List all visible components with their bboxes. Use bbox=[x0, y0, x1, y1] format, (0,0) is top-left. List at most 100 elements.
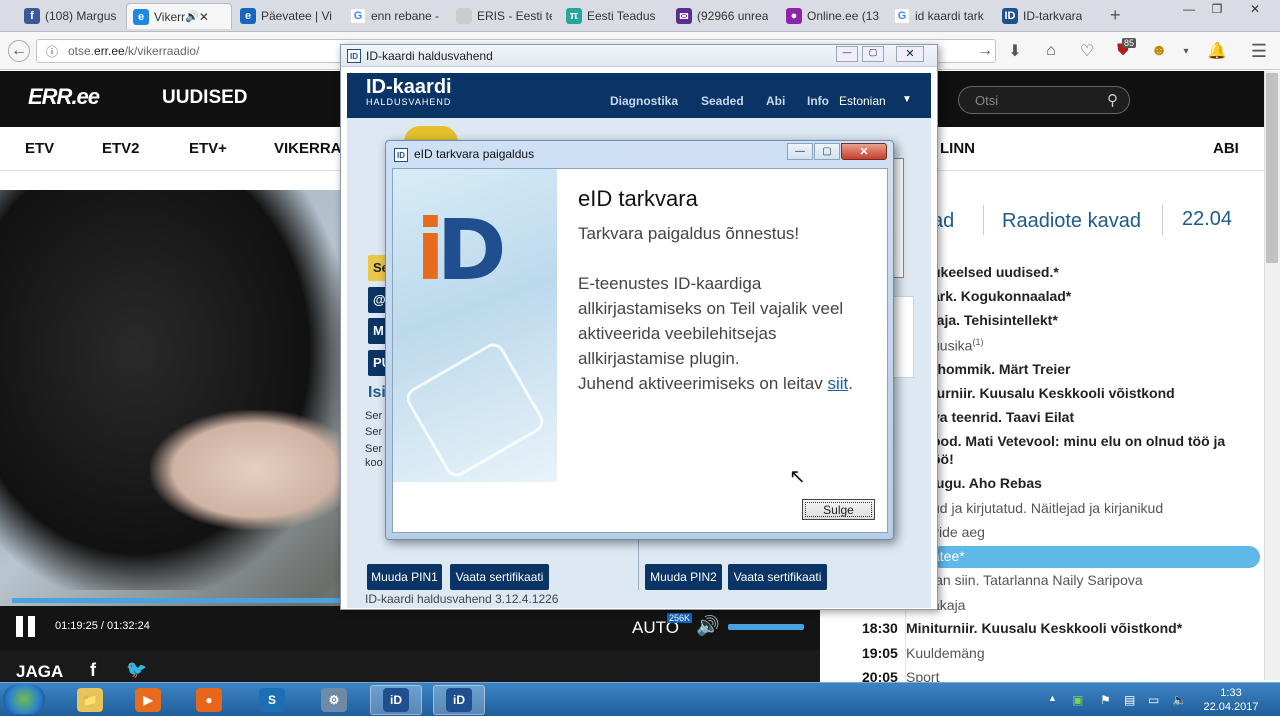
search-input[interactable]: Otsi bbox=[958, 86, 1130, 114]
channel-etv2[interactable]: ETV2 bbox=[102, 140, 140, 157]
close-dialog-button[interactable]: Sulge bbox=[802, 499, 875, 520]
chevron-down-icon[interactable]: ▼ bbox=[902, 94, 912, 105]
channel-linn[interactable]: LINN bbox=[940, 140, 975, 157]
view-certificate2-button[interactable]: Vaata sertifikaati bbox=[728, 564, 827, 590]
schedule-date[interactable]: 22.04 bbox=[1182, 208, 1232, 231]
change-pin2-button[interactable]: Muuda PIN2 bbox=[645, 564, 722, 590]
dialog-close-button[interactable]: ✕ bbox=[841, 143, 887, 160]
playback-progress-bar[interactable] bbox=[12, 598, 342, 603]
pause-icon[interactable] bbox=[16, 616, 23, 637]
new-tab-button[interactable]: + bbox=[1110, 5, 1121, 26]
scrollbar-thumb[interactable] bbox=[1266, 73, 1278, 263]
browser-tab[interactable]: ID ID-tarkvara bbox=[996, 3, 1102, 29]
channel-abi[interactable]: ABI bbox=[1213, 140, 1239, 157]
back-arrow-icon[interactable]: ← bbox=[8, 40, 30, 62]
browser-tab[interactable]: f (108) Margus bbox=[18, 3, 124, 29]
flag-icon[interactable]: ⚑ bbox=[1100, 693, 1111, 707]
info-icon[interactable]: ⓘ bbox=[42, 41, 62, 61]
twitter-share-icon[interactable]: 🐦 bbox=[126, 660, 147, 680]
explorer-icon: 📁 bbox=[77, 688, 103, 712]
cert-line: Ser bbox=[365, 410, 383, 422]
schedule-item[interactable]: 19:05 Kuuldemäng bbox=[862, 645, 985, 661]
taskbar-id-card-app[interactable]: iD bbox=[370, 685, 422, 715]
menu-abi[interactable]: Abi bbox=[766, 94, 785, 108]
guide-link[interactable]: siit bbox=[827, 374, 848, 393]
network-icon[interactable]: ▭ bbox=[1148, 693, 1159, 707]
taskbar-id-utility-app[interactable]: iD bbox=[433, 685, 485, 715]
id-minimize-button[interactable]: — bbox=[836, 46, 858, 62]
taskbar-firefox[interactable]: ● bbox=[183, 685, 235, 715]
schedule-item[interactable]: lugu. Aho Rebas bbox=[932, 475, 1042, 491]
download-icon[interactable]: ⬇ bbox=[1005, 41, 1025, 61]
tray-app-icon[interactable]: ▣ bbox=[1072, 693, 1083, 707]
start-button[interactable] bbox=[3, 684, 45, 714]
id-app-icon: ID bbox=[394, 148, 408, 162]
browser-tab[interactable]: Gid kaardi tark bbox=[888, 3, 994, 29]
close-tab-icon[interactable]: ✕ bbox=[199, 10, 209, 24]
browser-tab[interactable]: e Päevatee | Vi bbox=[234, 3, 342, 29]
usb-icon[interactable]: ▤ bbox=[1124, 693, 1135, 707]
taskbar-media-player[interactable]: ▶ bbox=[122, 685, 174, 715]
dialog-minimize-button[interactable]: — bbox=[787, 143, 813, 160]
minimize-window-button[interactable]: — bbox=[1176, 0, 1202, 18]
view-certificate1-button[interactable]: Vaata sertifikaati bbox=[450, 564, 549, 590]
id-maximize-button[interactable]: ▢ bbox=[862, 46, 884, 62]
id-close-button[interactable]: ✕ bbox=[896, 46, 924, 62]
dialog-text-line: allkirjastamise plugin. bbox=[578, 349, 740, 368]
channel-etv-plus[interactable]: ETV+ bbox=[189, 140, 227, 157]
home-icon[interactable]: ⌂ bbox=[1041, 41, 1061, 61]
browser-tab[interactable]: ERIS - Eesti teadu bbox=[450, 3, 558, 29]
schedule-item[interactable]: ood. Mati Vetevool: minu elu on olnud tö… bbox=[932, 433, 1225, 449]
close-window-button[interactable]: ✕ bbox=[1242, 0, 1268, 18]
schedule-item[interactable]: lan siin. Tatarlanna Naily Saripova bbox=[932, 572, 1143, 588]
greasemonkey-icon[interactable]: ☻ bbox=[1149, 41, 1169, 61]
browser-tab[interactable]: ● Online.ee (13 bbox=[780, 3, 886, 29]
channel-etv[interactable]: ETV bbox=[25, 140, 54, 157]
schedule-item[interactable]: uusika(1) bbox=[932, 337, 983, 354]
schedule-tab-title[interactable]: Raadiote kavad bbox=[1002, 210, 1141, 233]
pause-icon-bar[interactable] bbox=[28, 616, 35, 637]
dialog-maximize-button[interactable]: ▢ bbox=[814, 143, 840, 160]
schedule-item[interactable]: vide aeg bbox=[932, 524, 985, 540]
volume-icon[interactable]: 🔊 bbox=[696, 614, 720, 638]
menu-icon[interactable]: ☰ bbox=[1249, 41, 1269, 61]
schedule-item[interactable]: ark. Kogukonnaalad* bbox=[932, 288, 1071, 304]
browser-tab[interactable]: ✉ (92966 unrea bbox=[670, 3, 778, 29]
bell-icon[interactable]: 🔔 bbox=[1207, 41, 1227, 61]
schedule-item[interactable]: ukeelsed uudised.* bbox=[932, 264, 1059, 280]
forward-arrow-icon[interactable]: → bbox=[975, 41, 995, 61]
change-pin1-button[interactable]: Muuda PIN1 bbox=[367, 564, 442, 590]
err-logo[interactable]: ERR.ee bbox=[28, 84, 100, 110]
schedule-item[interactable]: 18:30 Miniturniir. Kuusalu Keskkooli võis… bbox=[862, 620, 1182, 636]
audio-playing-icon[interactable]: 🔊 bbox=[185, 10, 199, 23]
url-text[interactable]: otse.err.ee/k/vikerraadio/ bbox=[68, 44, 199, 58]
schedule-item[interactable]: turniir. Kuusalu Keskkooli võistkond bbox=[932, 385, 1175, 401]
menu-info[interactable]: Info bbox=[807, 94, 829, 108]
system-clock[interactable]: 1:33 22.04.2017 bbox=[1196, 686, 1266, 714]
facebook-share-icon[interactable]: f bbox=[90, 660, 96, 681]
speaker-icon[interactable]: 🔈 bbox=[1172, 693, 1187, 707]
schedule-item[interactable]: ud ja kirjutatud. Näitlejad ja kirjaniku… bbox=[932, 500, 1163, 516]
taskbar-skype-app[interactable]: S bbox=[246, 685, 298, 715]
online-icon: ● bbox=[786, 8, 802, 24]
taskbar-explorer[interactable]: 📁 bbox=[64, 685, 116, 715]
browser-tab[interactable]: Genn rebane - bbox=[344, 3, 448, 29]
menu-diagnostika[interactable]: Diagnostika bbox=[610, 94, 678, 108]
maximize-window-button[interactable]: ❐ bbox=[1204, 0, 1230, 18]
section-title[interactable]: UUDISED bbox=[162, 87, 248, 109]
browser-tab[interactable]: e Vikerr 🔊 ✕ bbox=[126, 3, 232, 29]
volume-slider[interactable] bbox=[728, 624, 804, 630]
pocket-icon[interactable]: ♡ bbox=[1077, 41, 1097, 61]
chevron-down-icon[interactable]: ▾ bbox=[1176, 41, 1196, 61]
menu-seaded[interactable]: Seaded bbox=[701, 94, 744, 108]
schedule-item[interactable]: va teenrid. Taavi Eilat bbox=[932, 409, 1074, 425]
schedule-item[interactable]: rhommik. Märt Treier bbox=[932, 361, 1071, 377]
guide-text: Juhend aktiveerimiseks on leitav siit. bbox=[578, 374, 853, 393]
schedule-item[interactable]: taja. Tehisintellekt* bbox=[932, 312, 1058, 328]
channel-vikerraadio[interactable]: VIKERRA bbox=[274, 140, 342, 157]
search-icon[interactable]: ⚲ bbox=[1107, 91, 1118, 109]
browser-tab[interactable]: π Eesti Teadus bbox=[560, 3, 668, 29]
language-select[interactable]: Estonian bbox=[839, 94, 886, 108]
taskbar-network-app[interactable]: ⚙ bbox=[308, 685, 360, 715]
tray-expand-icon[interactable]: ▲ bbox=[1048, 693, 1057, 703]
